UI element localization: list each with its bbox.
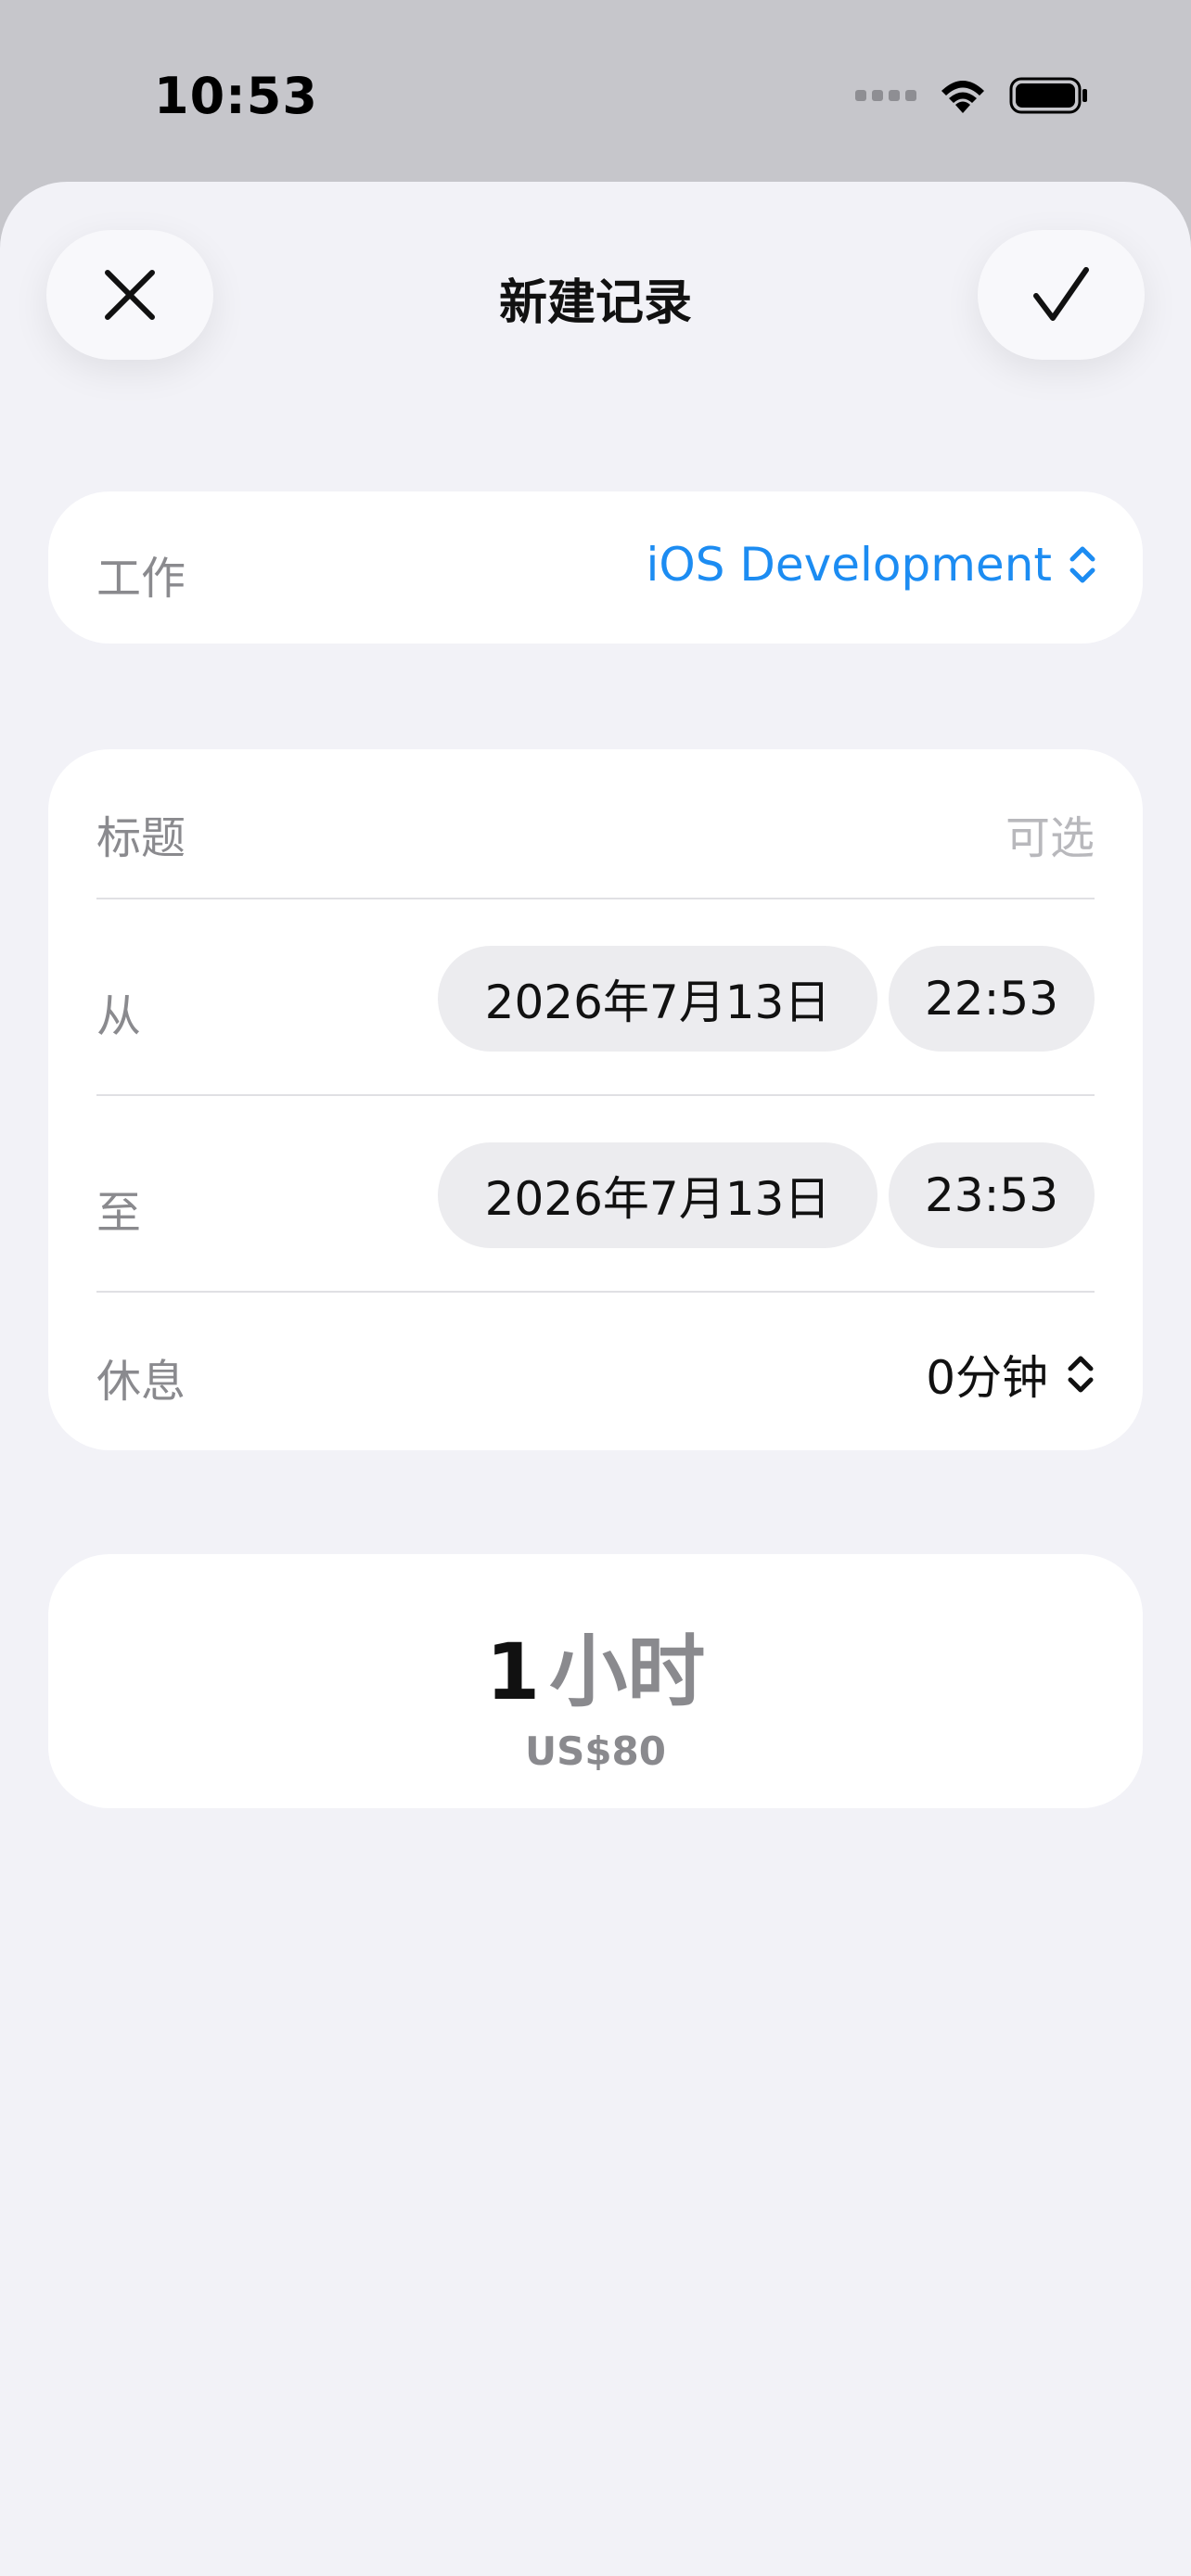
work-picker-row[interactable]: 工作 iOS Development (48, 491, 1143, 644)
to-label: 至 (96, 1187, 142, 1239)
checkmark-icon (1033, 267, 1089, 321)
divider (96, 1094, 1095, 1096)
summary-card: 1 小时 US$80 (48, 1554, 1143, 1808)
status-bar: 10:53 (0, 0, 1191, 182)
break-label: 休息 (96, 1356, 186, 1408)
cellular-signal-icon (855, 90, 916, 101)
work-picker[interactable]: iOS Development (647, 538, 1096, 592)
break-picker[interactable]: 0分钟 (926, 1341, 1095, 1408)
title-input[interactable]: 可选 (1005, 801, 1095, 866)
from-date-picker[interactable]: 2026年7月13日 (438, 946, 877, 1052)
duration-total: 1 小时 (48, 1610, 1143, 1722)
done-button[interactable] (978, 230, 1145, 360)
duration-unit: 小时 (549, 1626, 706, 1717)
title-label: 标题 (96, 812, 186, 864)
to-time-picker[interactable]: 23:53 (889, 1142, 1095, 1248)
record-form-card: 标题 可选 从 2026年7月13日 22:53 至 2026年7月13日 23… (48, 749, 1143, 1450)
from-label: 从 (96, 990, 142, 1042)
status-time: 10:53 (154, 67, 318, 125)
battery-icon (1009, 76, 1089, 115)
chevron-up-down-icon (1067, 1354, 1095, 1395)
chevron-up-down-icon (1069, 544, 1096, 585)
new-record-sheet: 新建记录 工作 iOS Development 标题 可选 从 2026年7月1… (0, 182, 1191, 2576)
divider (96, 1291, 1095, 1293)
divider (96, 898, 1095, 899)
wifi-icon (937, 76, 989, 115)
status-icons (855, 72, 1089, 119)
to-date-picker[interactable]: 2026年7月13日 (438, 1142, 877, 1248)
price-total: US$80 (524, 1728, 667, 1774)
from-time-picker[interactable]: 22:53 (889, 946, 1095, 1052)
break-value: 0分钟 (926, 1351, 1048, 1405)
work-value: iOS Development (646, 538, 1052, 592)
work-label: 工作 (96, 553, 186, 605)
duration-number: 1 (485, 1626, 541, 1717)
